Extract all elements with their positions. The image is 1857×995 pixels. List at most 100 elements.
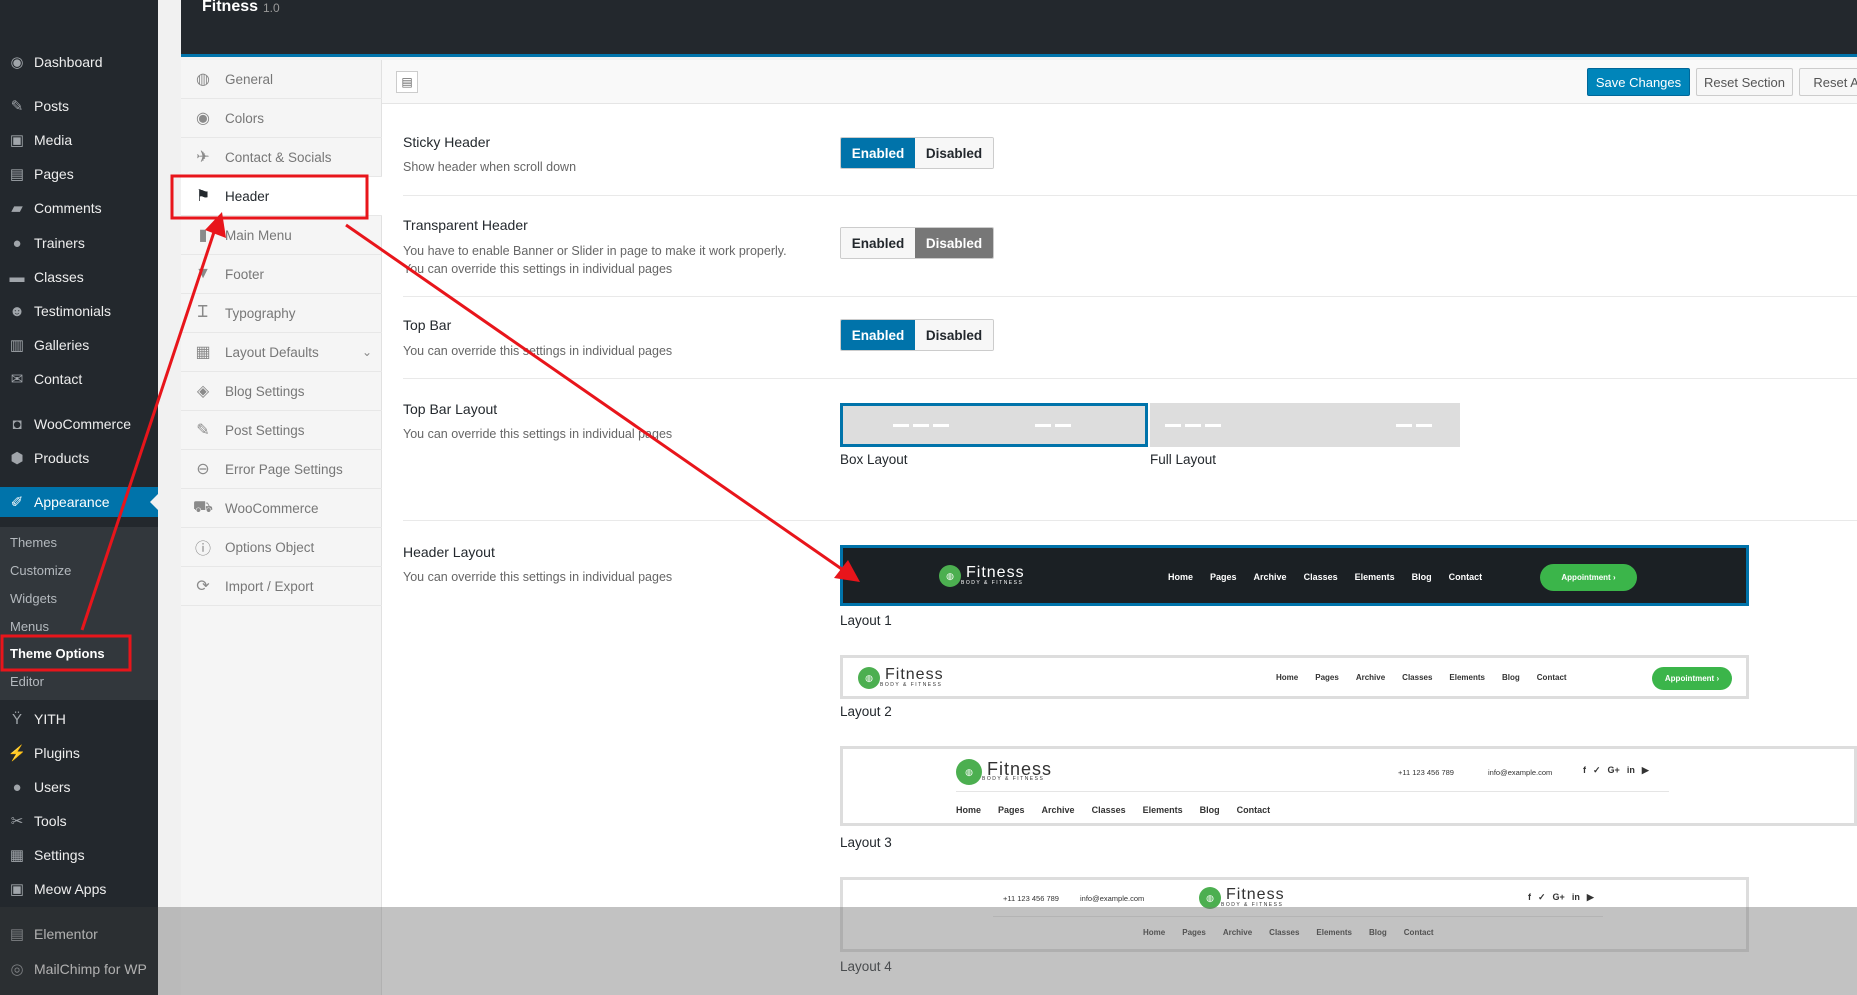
menu-item-label: WooCommerce [34, 416, 131, 432]
menu-item-label: Meow Apps [34, 881, 107, 897]
menu-item-meow-apps[interactable]: ▣ Meow Apps [0, 874, 158, 904]
brush-icon: ✐ [10, 494, 24, 511]
media-icon: ▣ [9, 132, 25, 149]
sticky-enabled-option[interactable]: Enabled [841, 138, 915, 168]
options-nav-label: Layout Defaults [225, 344, 319, 360]
menu-item-label: Media [34, 132, 73, 148]
info-icon: ⓘ [194, 541, 211, 558]
topbar-disabled-option[interactable]: Disabled [915, 320, 993, 350]
options-nav-label: Error Page Settings [225, 461, 343, 477]
preview-phone: +11 123 456 789 [1003, 894, 1059, 903]
submenu-editor[interactable]: Editor [10, 674, 44, 689]
options-nav-label: Typography [225, 305, 296, 321]
user-icon: ● [12, 234, 22, 252]
menu-item-mailchimp-for-wp[interactable]: ◎ MailChimp for WP [0, 954, 158, 984]
eye-icon: ◉ [196, 110, 210, 127]
box-layout-option[interactable] [840, 403, 1148, 447]
menu-item-galleries[interactable]: ▥ Galleries [0, 330, 158, 360]
menu-item-pages[interactable]: ▤ Pages [0, 159, 158, 189]
testimonial-icon: ☻ [9, 302, 25, 320]
version-label: 1.0 [263, 1, 280, 15]
options-nav-post-settings[interactable]: ✎ Post Settings [181, 411, 382, 450]
header-layout-2-option[interactable]: ◍ Fitness BODY & FITNESS Home Pages Archive… [840, 655, 1749, 699]
layout-4-caption: Layout 4 [840, 959, 892, 974]
options-nav-blog-settings[interactable]: ◈ Blog Settings [181, 372, 382, 411]
menu-item-label: Dashboard [34, 54, 103, 70]
menu-item-label: Users [34, 779, 71, 795]
submenu-widgets[interactable]: Widgets [10, 591, 57, 606]
menu-item-label: MailChimp for WP [34, 961, 147, 977]
topbar-enabled-option[interactable]: Enabled [841, 320, 915, 350]
box-icon: ⬢ [10, 450, 24, 467]
menu-item-yith[interactable]: Ÿ YITH [0, 704, 158, 734]
submenu-customize[interactable]: Customize [10, 563, 71, 578]
options-nav-general[interactable]: ◍ General [181, 60, 382, 99]
preview-nav: Home Pages Archive Classes Elements Blog Conta… [1168, 572, 1483, 582]
appointment-badge: Appointment › [1652, 667, 1732, 690]
options-nav-label: WooCommerce [225, 500, 319, 516]
menu-item-users[interactable]: ● Users [0, 772, 158, 802]
brand-name: Fitness [966, 564, 1025, 581]
header-layout-1-option[interactable]: ◍ Fitness BODY & FITNESS Home Pages Archive… [840, 545, 1749, 606]
book-icon: ▮ [198, 227, 208, 244]
menu-item-appearance[interactable]: ✐ Appearance [0, 487, 158, 517]
options-nav-footer[interactable]: ▼ Footer [181, 255, 382, 294]
flag-icon: ⚑ [195, 188, 211, 205]
reset-section-button[interactable]: Reset Section [1696, 68, 1793, 96]
menu-item-media[interactable]: ▣ Media [0, 125, 158, 155]
full-layout-caption: Full Layout [1150, 452, 1217, 467]
header-layout-3-option[interactable]: ◍ Fitness BODY & FITNESS +11 123 456 789 … [840, 746, 1857, 826]
menu-item-elementor[interactable]: ▤ Elementor [0, 919, 158, 949]
minus-circle-icon: ⊖ [196, 461, 210, 478]
header-layout-4-option[interactable]: +11 123 456 789 info@example.com ◍ Fitne… [840, 877, 1749, 952]
menu-item-label: Tools [34, 813, 67, 829]
menu-item-label: Galleries [34, 337, 90, 353]
menu-item-plugins[interactable]: ⚡ Plugins [0, 738, 158, 768]
options-nav-typography[interactable]: Ꮖ Typography [181, 294, 382, 333]
options-nav-woocommerce[interactable]: ⛟ WooCommerce [181, 489, 382, 528]
options-nav-header[interactable]: ⚑ Header [181, 177, 382, 216]
submenu-themes[interactable]: Themes [10, 535, 57, 550]
transparent-disabled-option[interactable]: Disabled [915, 228, 993, 258]
layout-1-caption: Layout 1 [840, 613, 892, 628]
submenu-theme-options[interactable]: Theme Options [10, 646, 105, 661]
menu-item-settings[interactable]: ▦ Settings [0, 840, 158, 870]
submenu-menus[interactable]: Menus [10, 619, 49, 634]
users-icon: ● [12, 778, 22, 796]
options-nav-import-export[interactable]: ⟳ Import / Export [181, 567, 382, 606]
chevron-down-icon[interactable]: ⌄ [362, 345, 372, 359]
menu-item-products[interactable]: ⬢ Products [0, 443, 158, 473]
meow-icon: ▣ [9, 881, 25, 898]
options-nav-error-page-settings[interactable]: ⊖ Error Page Settings [181, 450, 382, 489]
menu-item-contact[interactable]: ✉ Contact [0, 364, 158, 394]
save-changes-button[interactable]: Save Changes [1587, 68, 1690, 96]
full-layout-option[interactable] [1150, 403, 1460, 447]
options-nav-label: Import / Export [225, 578, 314, 594]
menu-item-testimonials[interactable]: ☻ Testimonials [0, 296, 158, 326]
options-nav-layout-defaults[interactable]: ▦ Layout Defaults ⌄ [181, 333, 382, 372]
menu-item-woocommerce[interactable]: ◘ WooCommerce [0, 409, 158, 439]
menu-item-label: YITH [34, 711, 66, 727]
menu-item-tools[interactable]: ✂ Tools [0, 806, 158, 836]
expand-options-button[interactable]: ▤ [396, 71, 418, 93]
top-bar-desc: You can override this settings in indivi… [403, 344, 673, 358]
menu-item-posts[interactable]: ✎ Posts [0, 91, 158, 121]
divider [403, 520, 1857, 521]
reset-all-button[interactable]: Reset All [1799, 68, 1857, 96]
menu-item-classes[interactable]: ▬ Classes [0, 262, 158, 292]
transparent-enabled-option[interactable]: Enabled [841, 228, 915, 258]
preview-social-icons: f ✓ G+ in ▶ [1583, 765, 1649, 775]
menu-item-trainers[interactable]: ● Trainers [0, 228, 158, 258]
options-nav-label: Header [225, 188, 270, 204]
options-nav-options-object[interactable]: ⓘ Options Object [181, 528, 382, 567]
options-nav-main-menu[interactable]: ▮ Main Menu [181, 216, 382, 255]
options-nav-contact-socials[interactable]: ✈ Contact & Socials [181, 138, 382, 177]
sticky-disabled-option[interactable]: Disabled [915, 138, 993, 168]
menu-item-dashboard[interactable]: ◉ Dashboard [0, 47, 158, 77]
options-nav-label: Main Menu [225, 227, 292, 243]
sticky-header-desc: Show header when scroll down [403, 160, 577, 174]
options-nav-colors[interactable]: ◉ Colors [181, 99, 382, 138]
menu-item-label: Contact [34, 371, 83, 387]
preview-social-icons: f ✓ G+ in ▶ [1528, 892, 1594, 902]
menu-item-comments[interactable]: ▰ Comments [0, 193, 158, 223]
